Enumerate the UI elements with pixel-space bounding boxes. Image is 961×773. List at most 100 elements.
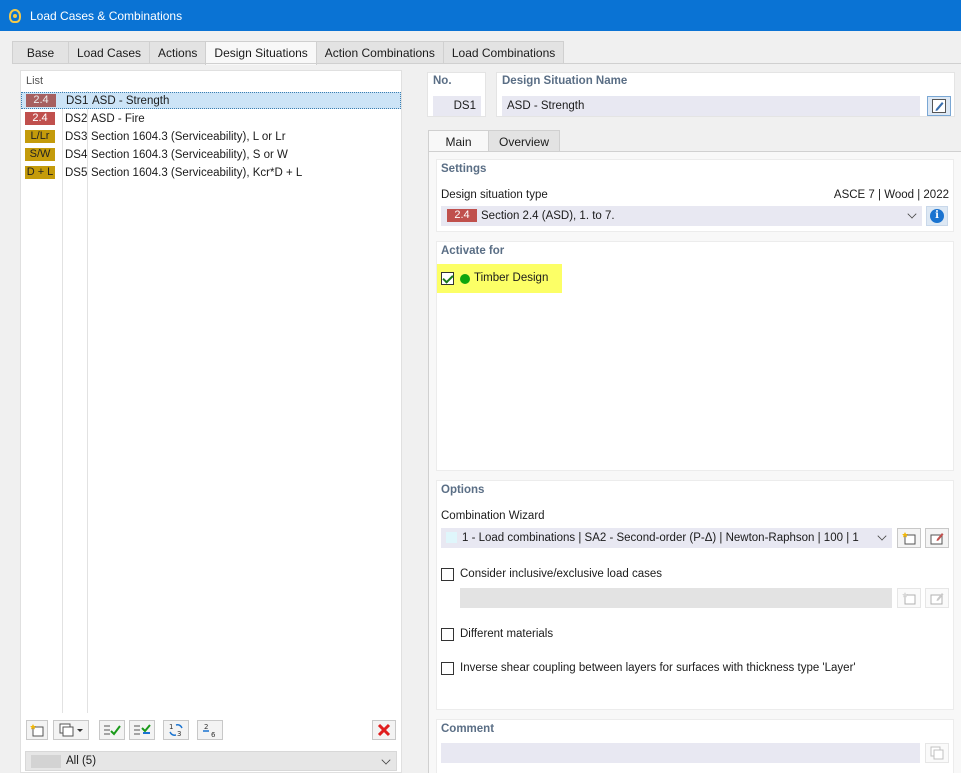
tab-design-situations[interactable]: Design Situations [205,41,317,65]
number-box: No. DS1 [427,72,486,117]
standard-label: ASCE 7 | Wood | 2022 [833,189,949,201]
list-item-ds2[interactable]: 2.4 DS2 ASD - Fire [21,110,401,127]
comment-field[interactable] [441,743,920,763]
list-filter-select[interactable]: All (5) [25,751,397,771]
inclusive-exclusive-label: Consider inclusive/exclusive load cases [460,568,662,580]
new-icon [902,592,916,605]
settings-section: Settings Design situation type ASCE 7 | … [436,159,954,232]
list-column-divider [62,91,63,713]
svg-text:6: 6 [211,731,216,738]
name-field[interactable]: ASD - Strength [502,96,920,116]
options-section: Options Combination Wizard 1 - Load comb… [436,480,954,710]
tab-load-cases[interactable]: Load Cases [68,41,151,64]
tab-action-combinations[interactable]: Action Combinations [315,41,444,64]
inclusive-exclusive-checkbox[interactable] [441,568,454,581]
info-icon: i [930,209,944,223]
ds-type-badge: 2.4 [26,94,56,107]
different-materials-label: Different materials [460,628,554,640]
chevron-down-icon [877,531,887,541]
tab-overview[interactable]: Overview [488,130,561,152]
sort-icon[interactable]: 26 [197,720,223,740]
svg-text:3: 3 [177,730,181,738]
tab-divider [12,63,961,64]
list-panel: List 2.4 DS1 ASD - Strength 2.4 DS2 ASD … [20,70,402,773]
app-icon [9,8,21,23]
comment-title: Comment [441,723,495,735]
timber-design-label: Timber Design [474,272,549,284]
detail-tabs: Main Overview [428,130,561,153]
ds-type-badge: S/W [25,148,55,161]
inverse-shear-label: Inverse shear coupling between layers fo… [460,662,856,674]
activate-for-title: Activate for [441,245,505,257]
tab-load-combinations[interactable]: Load Combinations [442,41,565,64]
status-dot-icon [460,274,470,284]
main-tabs: Base Load Cases Actions Design Situation… [12,41,565,65]
inverse-shear-checkbox[interactable] [441,662,454,675]
options-title: Options [441,484,485,496]
tab-actions[interactable]: Actions [149,41,207,64]
list-column-divider [87,91,88,713]
timber-design-checkbox[interactable] [441,272,454,285]
ds-name: ASD - Fire [91,112,145,125]
new-item-icon[interactable] [26,720,48,740]
list-toolbar: 13 26 [24,720,398,742]
list-item-ds4[interactable]: S/W DS4 Section 1604.3 (Serviceability),… [21,146,401,163]
ds-type-badge: D + L [25,166,55,179]
new-inclusive-button [897,588,921,608]
tab-main[interactable]: Main [428,130,489,153]
copy-dropdown-icon[interactable] [53,720,89,740]
inclusive-exclusive-field [460,588,892,608]
ds-code: DS4 [65,148,88,161]
title-bar: Load Cases & Combinations [0,0,961,31]
ds-code: DS1 [66,94,89,107]
design-situation-type-label: Design situation type [441,189,548,201]
list-item-ds3[interactable]: L/Lr DS3 Section 1604.3 (Serviceability)… [21,128,401,145]
number-label: No. [433,75,452,87]
combination-wizard-label: Combination Wizard [441,510,545,522]
chevron-down-icon [907,209,917,219]
type-badge: 2.4 [447,209,477,222]
panel-splitter[interactable] [403,64,415,773]
list-item-ds1[interactable]: 2.4 DS1 ASD - Strength [21,92,401,109]
filter-color-swatch [31,755,61,768]
list-item-ds5[interactable]: D + L DS5 Section 1604.3 (Serviceability… [21,164,401,181]
ds-code: DS3 [65,130,88,143]
edit-icon [930,593,944,605]
ds-name: Section 1604.3 (Serviceability), L or Lr [91,130,286,143]
check-selected-icon[interactable] [129,720,155,740]
svg-text:1: 1 [169,723,173,731]
comment-section: Comment [436,719,954,773]
info-button[interactable]: i [926,206,948,226]
ds-code: DS2 [65,112,88,125]
delete-icon[interactable] [372,720,396,740]
renumber-icon[interactable]: 13 [163,720,189,740]
wizard-color-swatch [446,532,457,543]
chevron-down-icon [381,755,391,765]
name-box: Design Situation Name ASD - Strength [496,72,955,117]
ds-type-badge: 2.4 [25,112,55,125]
list-body: 2.4 DS1 ASD - Strength 2.4 DS2 ASD - Fir… [21,91,401,773]
ds-code: DS5 [65,166,88,179]
name-label: Design Situation Name [502,75,628,87]
number-field[interactable]: DS1 [433,96,481,116]
edit-icon [930,533,944,545]
combination-wizard-select[interactable]: 1 - Load combinations | SA2 - Second-ord… [441,528,892,548]
ds-name: Section 1604.3 (Serviceability), S or W [91,148,288,161]
check-all-icon[interactable] [99,720,125,740]
new-wizard-button[interactable] [897,528,921,548]
wizard-value: 1 - Load combinations | SA2 - Second-ord… [462,532,859,544]
tab-base[interactable]: Base [12,41,69,64]
new-icon [902,532,916,545]
ds-name: ASD - Strength [92,94,170,107]
svg-text:2: 2 [204,723,208,731]
type-value: Section 2.4 (ASD), 1. to 7. [481,210,615,222]
design-situation-type-select[interactable]: 2.4 Section 2.4 (ASD), 1. to 7. [441,206,922,226]
edit-wizard-button[interactable] [925,528,949,548]
edit-name-button[interactable] [927,96,951,116]
window-title: Load Cases & Combinations [30,8,183,23]
pencil-icon [932,99,946,113]
different-materials-checkbox[interactable] [441,628,454,641]
edit-inclusive-button [925,588,949,608]
ds-name: Section 1604.3 (Serviceability), Kcr*D +… [91,166,303,179]
copy-icon [930,746,944,760]
